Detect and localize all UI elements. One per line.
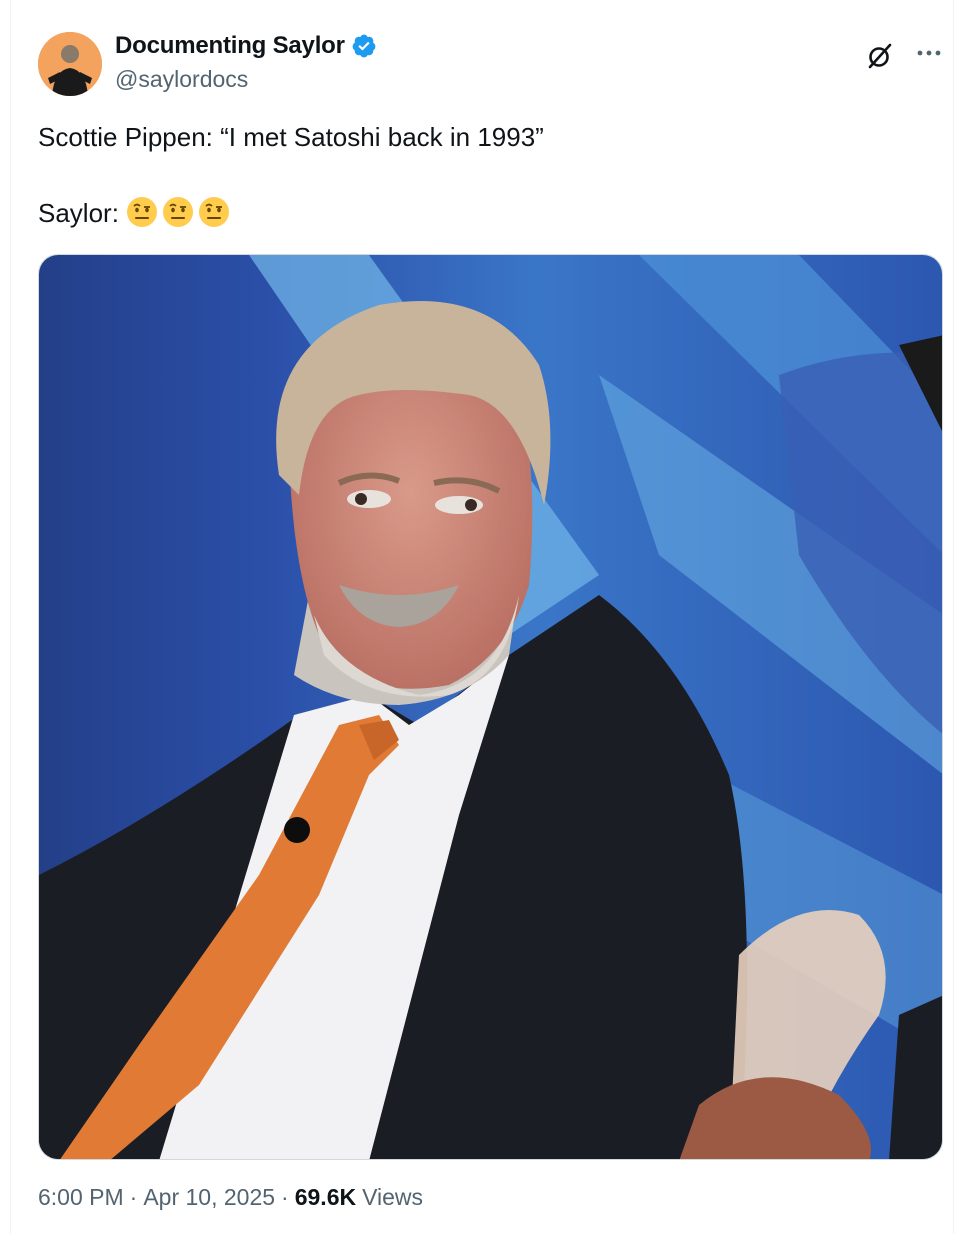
tweet-meta: 6:00 PM · Apr 10, 2025 · 69.6K Views <box>38 1184 423 1211</box>
tweet-text-saylor-label: Saylor: <box>38 198 127 228</box>
meta-separator: · <box>281 1184 289 1210</box>
author-display-name[interactable]: Documenting Saylor <box>115 32 345 60</box>
face-with-raised-eyebrow-emoji <box>199 197 230 227</box>
avatar[interactable] <box>38 32 102 96</box>
tweet-text: Scottie Pippen: “I met Satoshi back in 1… <box>38 118 918 232</box>
views-label: Views <box>362 1184 424 1210</box>
tweet-media-image[interactable] <box>38 254 943 1160</box>
face-with-raised-eyebrow-emoji <box>127 197 158 227</box>
more-dots-icon <box>917 50 941 56</box>
tweet-time[interactable]: 6:00 PM <box>38 1184 124 1211</box>
author-name-row[interactable]: Documenting Saylor <box>115 32 377 60</box>
tweet-date[interactable]: Apr 10, 2025 <box>143 1184 275 1211</box>
tweet-text-line-1: Scottie Pippen: “I met Satoshi back in 1… <box>38 122 544 152</box>
grok-icon[interactable] <box>864 40 896 72</box>
meta-separator: · <box>129 1184 138 1210</box>
more-options-button[interactable] <box>912 36 946 70</box>
views-count: 69.6K <box>294 1184 357 1210</box>
face-with-raised-eyebrow-emoji <box>163 197 194 227</box>
verified-badge-icon <box>352 34 376 58</box>
author-handle[interactable]: @saylordocs <box>115 66 248 93</box>
tweet-text-line-2: Saylor: <box>38 194 918 232</box>
